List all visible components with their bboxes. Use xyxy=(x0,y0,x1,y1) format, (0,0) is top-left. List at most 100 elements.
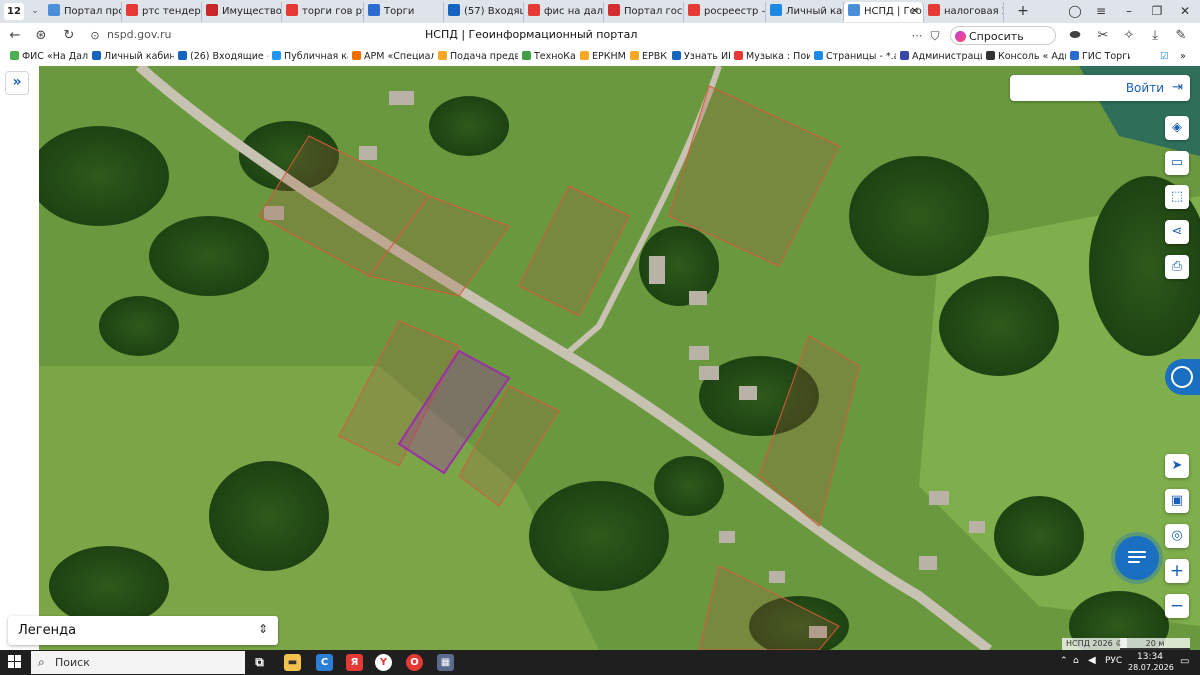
restore-icon[interactable]: ❐ xyxy=(1146,2,1168,20)
photo-app-icon[interactable]: ▦ xyxy=(437,654,454,671)
bookmark-item[interactable]: Личный кабинет xyxy=(92,50,174,64)
tab-label: Портал прост xyxy=(64,6,121,17)
bookmark-item[interactable]: ТехноКад xyxy=(522,50,576,64)
url-field[interactable]: nspd.gov.ru xyxy=(107,28,172,41)
tab-count-badge[interactable]: 12 xyxy=(4,3,24,20)
back-arrow-icon[interactable]: ← xyxy=(6,27,24,45)
tabs-menu-chevron-icon[interactable]: ⌄ xyxy=(28,3,42,20)
menu-hamburger-icon[interactable]: ≡ xyxy=(1090,2,1112,20)
tab-3[interactable]: Имущество xyxy=(202,2,282,22)
language-indicator[interactable]: РУС xyxy=(1105,656,1122,666)
bookmark-item[interactable]: ЕРВК xyxy=(630,50,668,64)
close-tab-icon[interactable]: ✕ xyxy=(911,2,919,22)
tray-chevron-icon[interactable]: ⌃ xyxy=(1060,656,1068,666)
layers-icon[interactable]: ◈ xyxy=(1165,116,1189,140)
assistant-tab[interactable] xyxy=(1165,359,1200,395)
network-icon[interactable]: ⌂ xyxy=(1073,656,1079,666)
bookmark-label: ЕРВК xyxy=(642,51,667,62)
tab-12[interactable]: налоговая 28 xyxy=(924,2,1004,22)
volume-icon[interactable]: ◀ xyxy=(1088,655,1096,666)
shield-protect-icon[interactable]: ⊛ xyxy=(32,27,50,45)
chevron-updown-icon: ⇕ xyxy=(257,622,268,636)
bookmark-item[interactable]: Консоль « Админ xyxy=(986,50,1066,64)
print-icon[interactable]: ⎙ xyxy=(1165,255,1189,279)
bookmark-item[interactable]: Публичная кадас xyxy=(272,50,348,64)
clock-date[interactable]: 28.07.2026 xyxy=(1128,663,1174,672)
bookmark-favicon-icon xyxy=(438,51,447,60)
zoom-out-icon[interactable]: − xyxy=(1165,594,1189,618)
bookmark-item[interactable]: ГИС Торги - xyxy=(1070,50,1130,64)
extensions-icon[interactable]: ✧ xyxy=(1120,27,1138,45)
cap-icon[interactable]: ⬬ xyxy=(1066,27,1084,45)
chat-support-button[interactable] xyxy=(1115,536,1159,580)
legend-dropdown[interactable]: Легенда ⇕ xyxy=(8,616,278,645)
ruler-icon[interactable]: ▭ xyxy=(1165,151,1189,175)
bookmark-item[interactable]: ФИС «На Дальни xyxy=(10,50,88,64)
navigate-arrow-icon[interactable]: ➤ xyxy=(1165,454,1189,478)
bookmark-item[interactable]: Музыка : Поиск - xyxy=(734,50,810,64)
bookmark-favicon-icon xyxy=(10,51,19,60)
reload-icon[interactable]: ↻ xyxy=(60,27,78,45)
tab-label: (57) Входящи xyxy=(464,6,523,17)
minimap-icon[interactable]: ▣ xyxy=(1165,489,1189,513)
bookmark-item[interactable]: ЕРКНМ xyxy=(580,50,626,64)
tab-7[interactable]: фис на дальн xyxy=(524,2,604,22)
zoom-in-icon[interactable]: + xyxy=(1165,559,1189,583)
profile-icon[interactable]: ◯ xyxy=(1064,2,1086,20)
tab-8[interactable]: Портал госуд xyxy=(604,2,684,22)
close-window-icon[interactable]: ✕ xyxy=(1174,2,1196,20)
yandex-icon xyxy=(928,4,940,16)
bookmark-favicon-icon xyxy=(92,51,101,60)
login-button[interactable]: Войти ⇥ xyxy=(1010,75,1190,101)
clock-time[interactable]: 13:34 xyxy=(1133,652,1167,662)
bookmark-item[interactable]: (26) Входящие - П xyxy=(178,50,268,64)
opera-icon[interactable]: O xyxy=(406,654,423,671)
tab-9[interactable]: росреестр — xyxy=(684,2,766,22)
tab-2[interactable]: ртс тендер эл xyxy=(122,2,202,22)
tab-11[interactable]: НСПД | Гео ✕ xyxy=(844,2,924,22)
bookmark-item[interactable]: Подача предвари xyxy=(438,50,518,64)
file-explorer-icon[interactable]: ▬ xyxy=(284,654,301,671)
windows-start-icon[interactable] xyxy=(8,655,22,669)
taskbar-search-field[interactable]: ⌕ Поиск xyxy=(31,651,245,674)
more-dots-icon[interactable]: ⋯ xyxy=(908,27,926,45)
bookmark-icon[interactable]: ⛉ xyxy=(926,27,944,45)
bookmark-item[interactable]: Узнать ИНН xyxy=(672,50,730,64)
browser-c-icon[interactable]: C xyxy=(316,654,333,671)
download-icon[interactable]: ⤓ xyxy=(1146,27,1164,45)
translate-icon[interactable]: ✎ xyxy=(1172,27,1190,45)
tab-1[interactable]: Портал прост xyxy=(44,2,122,22)
new-tab-plus-icon[interactable]: + xyxy=(1014,2,1032,20)
satellite-map[interactable] xyxy=(39,66,1200,650)
task-view-icon[interactable]: ⧉ xyxy=(251,654,268,671)
bookmark-favicon-icon xyxy=(672,51,681,60)
minimize-icon[interactable]: – xyxy=(1118,2,1140,20)
ask-alice-button[interactable]: Спросить Алису AI xyxy=(950,26,1056,62)
expand-panel-button[interactable]: » xyxy=(5,71,29,95)
yandex-y-icon[interactable]: Y xyxy=(375,654,392,671)
bookmark-item[interactable]: Администрация Г xyxy=(900,50,982,64)
tab-10[interactable]: Личный кабин xyxy=(766,2,844,22)
location-icon[interactable]: ◎ xyxy=(1165,524,1189,548)
tab-4[interactable]: торги гов ру с xyxy=(282,2,364,22)
tools-icon[interactable]: ✂ xyxy=(1094,27,1112,45)
yandex-icon xyxy=(688,4,700,16)
search-placeholder: Поиск xyxy=(55,656,90,669)
bookmark-favicon-icon xyxy=(580,51,589,60)
site-info-icon[interactable]: ⊙ xyxy=(86,27,104,45)
tab-5[interactable]: Торги xyxy=(364,2,444,22)
login-label: Войти xyxy=(1125,81,1164,95)
select-area-icon[interactable]: ⬚ xyxy=(1165,185,1189,209)
bookmark-item[interactable]: АРМ «Специалис xyxy=(352,50,434,64)
yandex-browser-icon[interactable]: Я xyxy=(346,654,363,671)
tab-6[interactable]: (57) Входящи xyxy=(444,2,524,22)
bookmark-favicon-icon xyxy=(352,51,361,60)
bookmarks-check-icon[interactable]: ☑ xyxy=(1160,50,1172,64)
bookmarks-more-icon[interactable]: » xyxy=(1180,50,1194,64)
notifications-icon[interactable]: ▭ xyxy=(1180,656,1189,667)
bookmark-item[interactable]: Страницы - *.amu xyxy=(814,50,896,64)
address-bar: ← ⊛ ↻ ⊙ nspd.gov.ru НСПД | Геоинформацио… xyxy=(0,23,1200,62)
bookmark-favicon-icon xyxy=(734,51,743,60)
flag-icon xyxy=(608,4,620,16)
share-icon[interactable]: ⋖ xyxy=(1165,220,1189,244)
